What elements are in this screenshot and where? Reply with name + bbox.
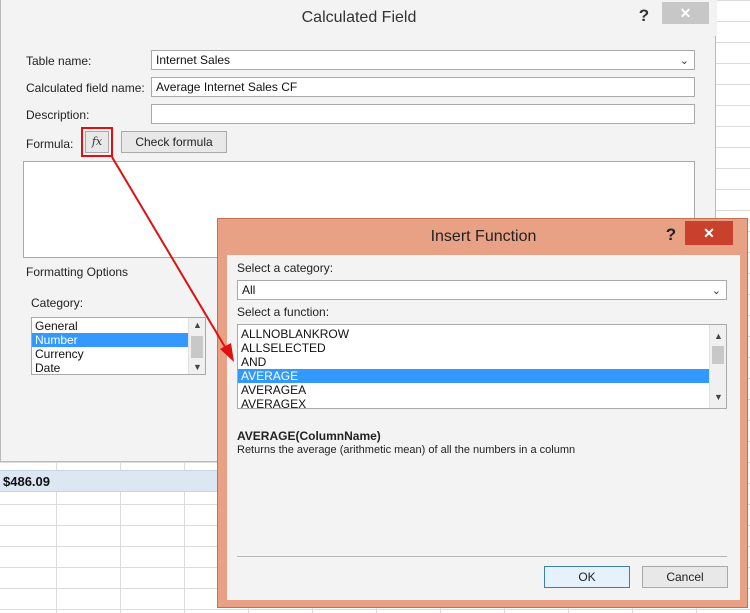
- category-listbox[interactable]: General Number Currency Date ▲ ▼: [31, 317, 206, 375]
- function-item[interactable]: ALLNOBLANKROW: [238, 327, 726, 341]
- function-item[interactable]: AVERAGEX: [238, 397, 726, 408]
- close-button[interactable]: ✕: [685, 221, 733, 245]
- chevron-down-icon: ⌄: [711, 285, 721, 297]
- formula-label: Formula:: [26, 137, 74, 151]
- dialog-divider: [237, 556, 727, 557]
- insert-function-dialog: Insert Function ? ✕ Select a category: A…: [217, 218, 748, 608]
- function-listbox[interactable]: ALLNOBLANKROW ALLSELECTED AND AVERAGE AV…: [237, 324, 727, 409]
- function-item[interactable]: AVERAGEA: [238, 383, 726, 397]
- scroll-down-icon[interactable]: ▼: [710, 390, 726, 404]
- category-item-currency[interactable]: Currency: [32, 347, 205, 361]
- category-label: Category:: [31, 296, 84, 310]
- calculated-field-name-label: Calculated field name:: [26, 81, 145, 95]
- function-item-selected[interactable]: AVERAGE: [238, 369, 709, 383]
- check-formula-button[interactable]: Check formula: [121, 131, 227, 153]
- help-button[interactable]: ?: [659, 223, 683, 247]
- table-name-value: Internet Sales: [156, 53, 231, 67]
- function-description: Returns the average (arithmetic mean) of…: [237, 444, 576, 456]
- function-item[interactable]: AND: [238, 355, 726, 369]
- scroll-down-icon[interactable]: ▼: [189, 360, 205, 374]
- category-scrollbar[interactable]: ▲ ▼: [188, 318, 205, 374]
- scrollbar-thumb[interactable]: [712, 346, 724, 364]
- table-name-label: Table name:: [26, 54, 92, 68]
- calculated-field-title: Calculated Field: [1, 0, 717, 36]
- close-button[interactable]: ✕: [662, 2, 709, 24]
- fx-annotation-box: [81, 127, 113, 157]
- category-item-general[interactable]: General: [32, 319, 205, 333]
- formatting-options-label: Formatting Options: [26, 265, 129, 279]
- ok-button[interactable]: OK: [544, 566, 630, 588]
- table-name-select[interactable]: Internet Sales ⌄: [151, 50, 695, 70]
- select-category-label: Select a category:: [237, 261, 334, 275]
- category-item-number[interactable]: Number: [32, 333, 205, 347]
- help-button[interactable]: ?: [631, 4, 657, 28]
- function-category-select[interactable]: All ⌄: [237, 280, 727, 300]
- calculated-field-name-input[interactable]: Average Internet Sales CF: [151, 77, 695, 97]
- select-function-label: Select a function:: [237, 305, 330, 319]
- calculated-field-name-value: Average Internet Sales CF: [156, 80, 298, 94]
- description-label: Description:: [26, 108, 90, 122]
- description-input[interactable]: [151, 104, 695, 124]
- function-scrollbar[interactable]: ▲ ▼: [709, 325, 726, 408]
- cancel-button[interactable]: Cancel: [642, 566, 728, 588]
- category-item-date[interactable]: Date: [32, 361, 205, 374]
- scroll-up-icon[interactable]: ▲: [710, 329, 726, 343]
- insert-function-body: Select a category: All ⌄ Select a functi…: [227, 255, 740, 600]
- chevron-down-icon: ⌄: [679, 55, 689, 67]
- scrollbar-thumb[interactable]: [191, 336, 203, 358]
- function-category-value: All: [242, 283, 256, 297]
- function-signature: AVERAGE(ColumnName): [237, 429, 381, 443]
- spreadsheet-cell-value[interactable]: $486.09: [3, 474, 50, 489]
- function-item[interactable]: ALLSELECTED: [238, 341, 726, 355]
- scroll-up-icon[interactable]: ▲: [189, 318, 205, 332]
